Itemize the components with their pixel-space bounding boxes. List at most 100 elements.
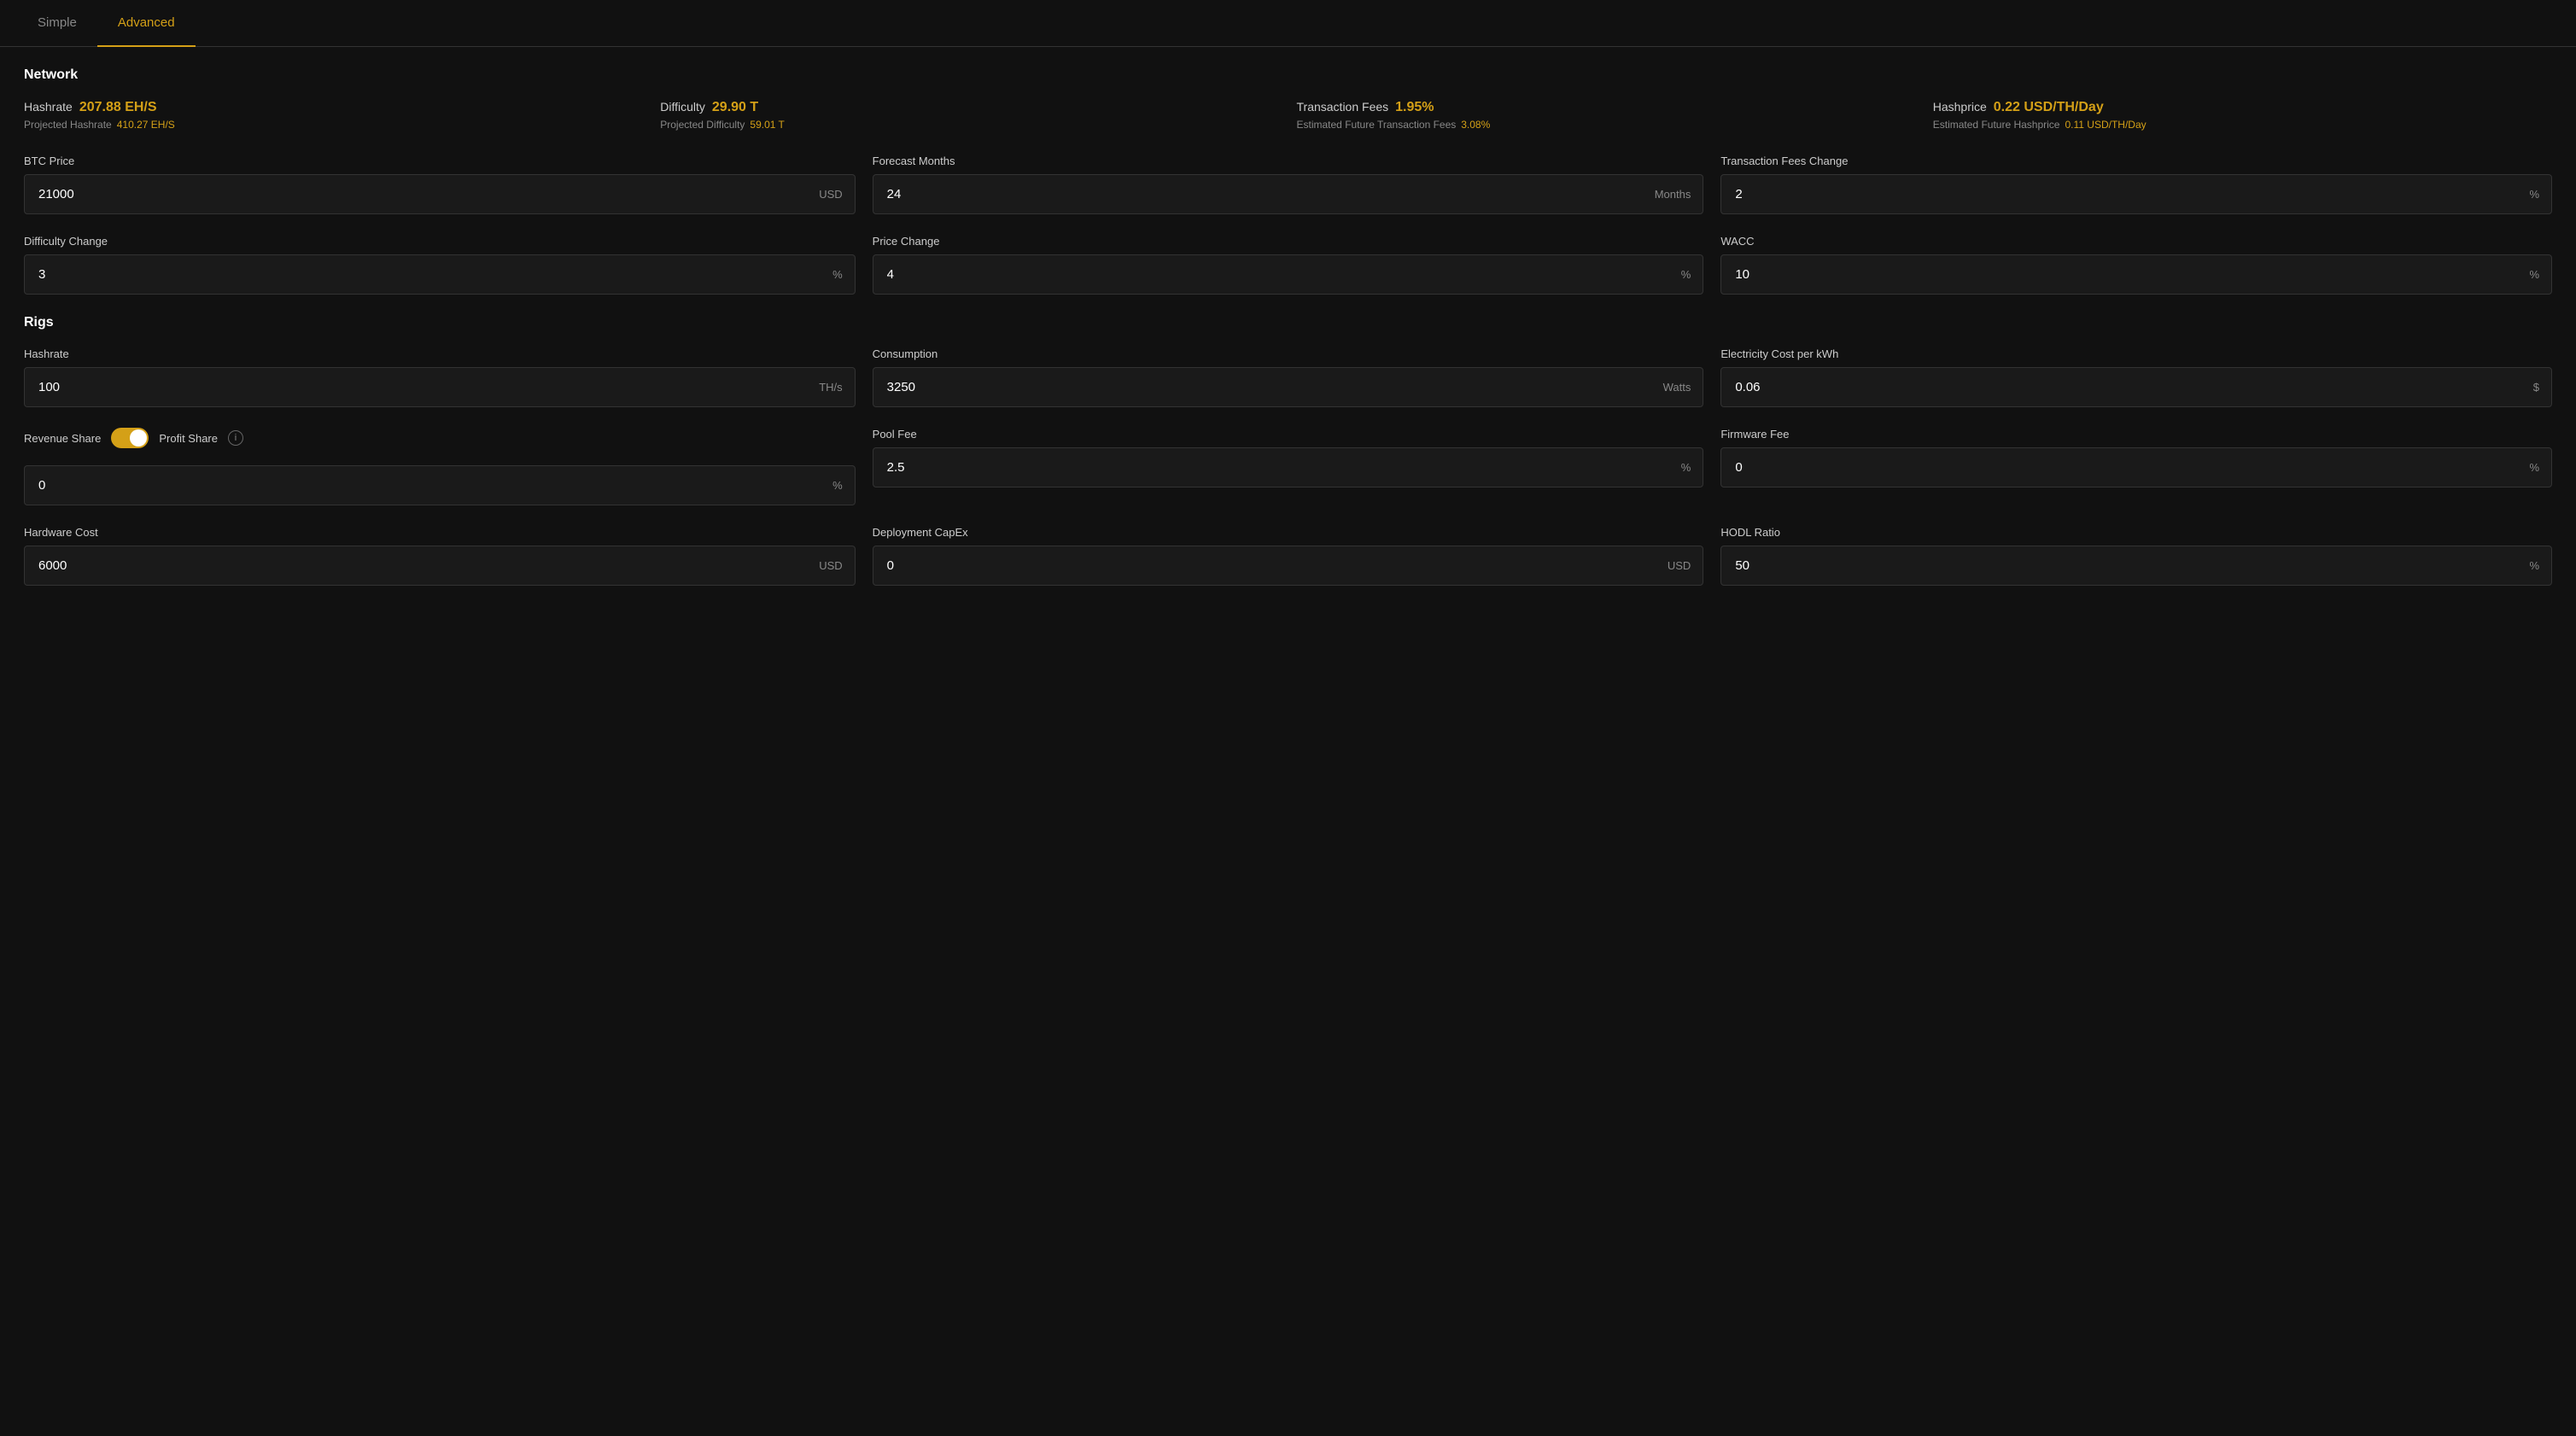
field-hashrate: Hashrate TH/s [24,347,856,407]
electricity-cost-wrapper: $ [1720,367,2552,407]
field-firmware-fee: Firmware Fee % [1720,428,2552,505]
firmware-fee-label: Firmware Fee [1720,428,2552,441]
hodl-ratio-wrapper: % [1720,546,2552,586]
hashprice-value: 0.22 USD/TH/Day [1994,100,2104,115]
field-price-change: Price Change % [873,235,1704,295]
forecast-months-label: Forecast Months [873,155,1704,167]
revenue-share-input[interactable] [25,466,832,505]
hashprice-label: Hashprice [1933,100,1987,114]
tx-fees-change-unit: % [2529,188,2551,201]
difficulty-change-input[interactable] [25,255,832,294]
tab-simple[interactable]: Simple [17,0,97,47]
form-row-3: Hashrate TH/s Consumption Watts Electric… [24,347,2552,407]
tx-fees-sub-value: 3.08% [1461,119,1490,131]
field-electricity-cost: Electricity Cost per kWh $ [1720,347,2552,407]
field-hardware-cost: Hardware Cost USD [24,526,856,586]
tab-advanced[interactable]: Advanced [97,0,196,47]
hashrate-value: 207.88 EH/S [79,100,157,115]
stat-hashrate: Hashrate 207.88 EH/S Projected Hashrate … [24,100,643,131]
pool-fee-input[interactable] [873,448,1681,487]
tab-bar: Simple Advanced [0,0,2576,47]
hashrate-input[interactable] [25,368,819,406]
hardware-cost-input[interactable] [25,546,819,585]
consumption-label: Consumption [873,347,1704,360]
difficulty-change-unit: % [832,268,855,281]
hashrate-wrapper: TH/s [24,367,856,407]
price-change-unit: % [1681,268,1703,281]
field-revenue-share: Revenue Share Profit Share i % [24,428,856,505]
field-deployment-capex: Deployment CapEx USD [873,526,1704,586]
network-section-title: Network [24,67,2552,83]
firmware-fee-unit: % [2529,461,2551,474]
toggle-knob [130,429,147,447]
firmware-fee-wrapper: % [1720,447,2552,487]
wacc-wrapper: % [1720,254,2552,295]
rigs-section-title: Rigs [24,315,2552,330]
electricity-cost-unit: $ [2533,381,2551,394]
pool-fee-label: Pool Fee [873,428,1704,441]
difficulty-value: 29.90 T [712,100,758,115]
hashrate-sub-label: Projected Hashrate [24,119,112,131]
difficulty-sub-value: 59.01 T [750,119,784,131]
tx-fees-change-input[interactable] [1721,175,2529,213]
hashrate-label: Hashrate [24,100,73,114]
profit-share-label: Profit Share [159,432,218,445]
hardware-cost-unit: USD [819,559,854,572]
field-wacc: WACC % [1720,235,2552,295]
tx-fees-change-label: Transaction Fees Change [1720,155,2552,167]
firmware-fee-input[interactable] [1721,448,2529,487]
hashrate-sub-value: 410.27 EH/S [117,119,175,131]
electricity-cost-input[interactable] [1721,368,2532,406]
revenue-share-toggle-row: Revenue Share Profit Share i [24,428,856,448]
field-pool-fee: Pool Fee % [873,428,1704,505]
tx-fees-change-wrapper: % [1720,174,2552,214]
revenue-share-toggle[interactable] [111,428,149,448]
hardware-cost-label: Hardware Cost [24,526,856,539]
deployment-capex-wrapper: USD [873,546,1704,586]
main-content: Network Hashrate 207.88 EH/S Projected H… [0,47,2576,627]
price-change-input[interactable] [873,255,1681,294]
revenue-share-val-wrapper: % [24,465,856,505]
hashprice-sub-value: 0.11 USD/TH/Day [2065,119,2146,131]
wacc-input[interactable] [1721,255,2529,294]
price-change-wrapper: % [873,254,1704,295]
hodl-ratio-label: HODL Ratio [1720,526,2552,539]
hashprice-sub-label: Estimated Future Hashprice [1933,119,2060,131]
consumption-unit: Watts [1663,381,1703,394]
deployment-capex-input[interactable] [873,546,1668,585]
consumption-wrapper: Watts [873,367,1704,407]
forecast-months-input[interactable] [873,175,1655,213]
network-stats: Hashrate 207.88 EH/S Projected Hashrate … [24,100,2552,131]
hodl-ratio-input[interactable] [1721,546,2529,585]
stat-hashprice: Hashprice 0.22 USD/TH/Day Estimated Futu… [1933,100,2552,131]
btc-price-unit: USD [819,188,854,201]
wacc-unit: % [2529,268,2551,281]
info-icon[interactable]: i [228,430,243,446]
difficulty-change-wrapper: % [24,254,856,295]
deployment-capex-unit: USD [1668,559,1703,572]
difficulty-label: Difficulty [660,100,705,114]
tx-fees-label: Transaction Fees [1297,100,1389,114]
field-hodl-ratio: HODL Ratio % [1720,526,2552,586]
form-row-4: Revenue Share Profit Share i % Pool Fee … [24,428,2552,505]
pool-fee-unit: % [1681,461,1703,474]
wacc-label: WACC [1720,235,2552,248]
stat-difficulty: Difficulty 29.90 T Projected Difficulty … [660,100,1279,131]
price-change-label: Price Change [873,235,1704,248]
btc-price-input[interactable] [25,175,819,213]
field-difficulty-change: Difficulty Change % [24,235,856,295]
hodl-ratio-unit: % [2529,559,2551,572]
stat-transaction-fees: Transaction Fees 1.95% Estimated Future … [1297,100,1916,131]
tabs-container: Simple Advanced [0,0,2576,47]
tx-fees-value: 1.95% [1395,100,1434,115]
revenue-share-label: Revenue Share [24,432,101,445]
field-btc-price: BTC Price USD [24,155,856,214]
field-forecast-months: Forecast Months Months [873,155,1704,214]
hashrate-unit: TH/s [819,381,854,394]
electricity-cost-label: Electricity Cost per kWh [1720,347,2552,360]
revenue-share-unit: % [832,479,855,492]
field-tx-fees-change: Transaction Fees Change % [1720,155,2552,214]
consumption-input[interactable] [873,368,1663,406]
btc-price-wrapper: USD [24,174,856,214]
difficulty-sub-label: Projected Difficulty [660,119,745,131]
